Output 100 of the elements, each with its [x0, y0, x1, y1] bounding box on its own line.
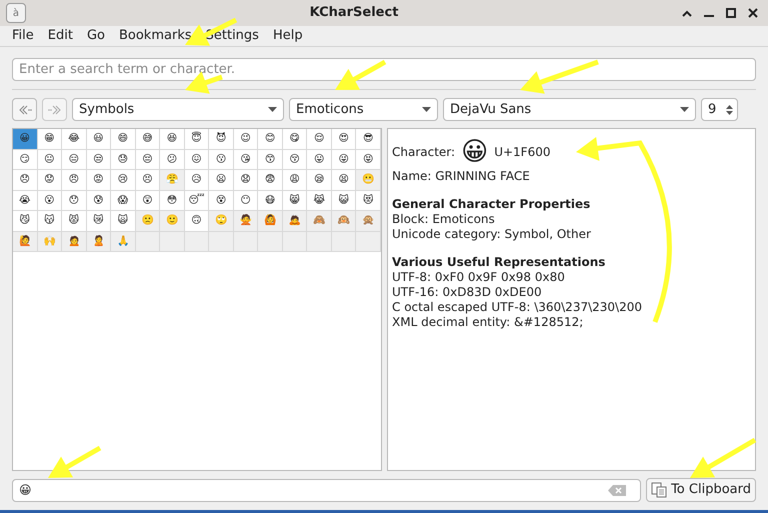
character-cell[interactable]: 😋 — [282, 129, 308, 150]
character-cell[interactable]: 😛 — [307, 150, 332, 170]
character-cell[interactable]: 😉 — [234, 129, 258, 150]
character-cell[interactable]: 😲 — [136, 190, 160, 211]
character-cell[interactable]: 😎 — [356, 129, 381, 150]
character-cell[interactable]: 😂 — [62, 129, 87, 150]
character-cell[interactable]: 😀 — [13, 129, 38, 150]
back-button[interactable] — [12, 98, 37, 121]
character-cell[interactable]: 😶 — [234, 190, 258, 211]
search-field[interactable]: Enter a search term or character. — [12, 58, 756, 81]
maximize-icon[interactable] — [726, 8, 736, 18]
character-cell[interactable]: 😻 — [356, 190, 381, 211]
character-cell[interactable]: 😺 — [332, 190, 356, 211]
to-clipboard-button[interactable]: To Clipboard — [646, 478, 756, 502]
section-heading: General Character Properties — [392, 197, 592, 212]
font-size-spinbox[interactable]: 9 — [701, 98, 738, 121]
codepoint-text: U+1F600 — [494, 144, 550, 160]
character-cell[interactable]: 😌 — [307, 129, 332, 150]
character-cell[interactable]: 😜 — [332, 150, 356, 170]
character-cell[interactable]: 😗 — [209, 150, 234, 170]
menu-item[interactable]: File — [12, 26, 34, 46]
character-cell[interactable]: 😔 — [136, 150, 160, 170]
dropdown-arrow-icon — [422, 107, 431, 112]
character-cell[interactable]: 😒 — [86, 150, 112, 170]
character-cell[interactable]: 😄 — [111, 129, 136, 150]
character-cell[interactable]: 😅 — [136, 129, 160, 150]
character-cell[interactable]: 😹 — [307, 190, 332, 211]
character-label: Character: — [392, 144, 456, 160]
spin-arrows-icon — [726, 104, 733, 116]
forward-arrow-icon — [48, 104, 62, 114]
dropdown-arrow-icon — [268, 107, 277, 112]
section-dropdown[interactable]: Symbols — [72, 98, 284, 121]
character-cell[interactable]: 😪 — [307, 170, 332, 190]
menu-item[interactable]: Go — [86, 26, 105, 46]
character-cell[interactable]: 😐 — [38, 150, 62, 170]
property-text: UTF-8: 0xF0 0x9F 0x98 0x80 — [392, 270, 566, 285]
text-field[interactable]: 😀 — [12, 478, 642, 502]
menu-item[interactable]: Help — [272, 26, 303, 46]
window-title: KCharSelect — [308, 4, 400, 22]
character-cell[interactable]: 😰 — [86, 190, 112, 211]
character-cell[interactable]: 😟 — [38, 170, 62, 190]
character-cell[interactable]: 😖 — [184, 150, 210, 170]
character-cell[interactable]: 😣 — [136, 170, 160, 190]
character-cell[interactable]: 😥 — [184, 170, 210, 190]
character-cell[interactable]: 😞 — [13, 170, 38, 190]
character-cell[interactable]: 😈 — [209, 129, 234, 150]
character-cell[interactable]: 😙 — [258, 150, 283, 170]
character-cell[interactable]: 😨 — [258, 170, 283, 190]
character-cell[interactable]: 😼 — [13, 211, 38, 232]
character-cell[interactable]: 😊 — [258, 129, 283, 150]
character-preview: 😀 — [461, 137, 488, 167]
character-cell[interactable]: 😧 — [234, 170, 258, 190]
character-cell[interactable]: 😿 — [86, 211, 112, 232]
character-cell[interactable]: 😠 — [62, 170, 87, 190]
character-cell[interactable]: 😽 — [38, 211, 62, 232]
character-cell[interactable]: 😇 — [184, 129, 210, 150]
character-cell[interactable]: 😏 — [13, 150, 38, 170]
character-cell[interactable]: 😷 — [258, 190, 283, 211]
character-cell[interactable]: 😁 — [38, 129, 62, 150]
character-cell[interactable]: 🙊 — [356, 211, 381, 232]
dropdown-arrow-icon — [680, 107, 689, 112]
character-cell[interactable]: 😸 — [282, 190, 308, 211]
property-text: C octal escaped UTF-8: \360\237\230\200 — [392, 300, 643, 315]
app-icon: à — [6, 3, 26, 23]
character-cell[interactable]: 😫 — [332, 170, 356, 190]
character-cell[interactable]: 😓 — [111, 150, 136, 170]
character-cell[interactable]: 😦 — [209, 170, 234, 190]
annotation-arrow — [48, 446, 102, 478]
character-cell[interactable]: 😍 — [332, 129, 356, 150]
character-cell[interactable]: 😢 — [111, 170, 136, 190]
character-cell[interactable]: 😘 — [234, 150, 258, 170]
character-cell[interactable]: 😾 — [62, 211, 87, 232]
character-cell[interactable]: 😵 — [209, 190, 234, 211]
menu-item[interactable]: Edit — [48, 26, 73, 46]
block-dropdown[interactable]: Emoticons — [289, 98, 438, 121]
character-cell[interactable]: 😭 — [13, 190, 38, 211]
chevron-up-icon[interactable] — [682, 10, 692, 16]
character-cell[interactable]: 😯 — [62, 190, 87, 211]
character-cell[interactable]: 🙃 — [184, 211, 210, 232]
character-cell[interactable]: 😩 — [282, 170, 308, 190]
section-heading: Various Useful Representations — [392, 255, 606, 270]
character-cell[interactable]: 😮 — [38, 190, 62, 211]
property-text: UTF-16: 0xD83D 0xDE00 — [392, 285, 543, 300]
character-cell[interactable]: 😃 — [86, 129, 112, 150]
annotation-arrow — [690, 438, 756, 478]
close-icon[interactable] — [748, 8, 758, 18]
character-cell[interactable]: 🙀 — [111, 211, 136, 232]
character-cell[interactable]: 😑 — [62, 150, 87, 170]
menu-item[interactable]: Bookmarks — [118, 26, 192, 46]
property-text: Block: Emoticons — [392, 212, 496, 227]
character-cell[interactable]: 😆 — [160, 129, 185, 150]
character-cell[interactable]: 😝 — [356, 150, 381, 170]
name-text: Name: GRINNING FACE — [392, 169, 531, 184]
character-cell[interactable]: 😱 — [111, 190, 136, 211]
character-cell[interactable]: 😴 — [184, 190, 210, 211]
character-cell[interactable]: 😡 — [86, 170, 112, 190]
font-dropdown[interactable]: DejaVu Sans — [443, 98, 696, 121]
character-cell[interactable]: 😕 — [160, 150, 185, 170]
character-cell[interactable]: 😚 — [282, 150, 308, 170]
character-cell[interactable]: 😳 — [160, 190, 185, 211]
